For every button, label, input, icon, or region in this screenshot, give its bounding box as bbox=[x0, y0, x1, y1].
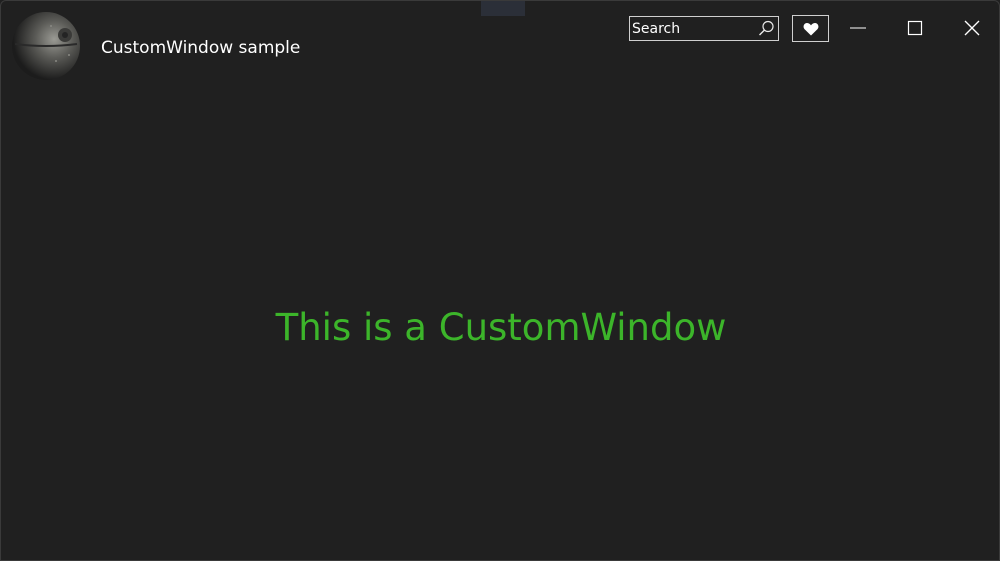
content-message: This is a CustomWindow bbox=[275, 306, 727, 349]
window-title: CustomWindow sample bbox=[101, 38, 301, 58]
search-box[interactable] bbox=[629, 16, 779, 41]
search-icon[interactable] bbox=[757, 19, 776, 38]
search-input[interactable] bbox=[632, 18, 756, 39]
minimize-button[interactable] bbox=[835, 11, 881, 45]
minimize-icon bbox=[850, 27, 866, 29]
window-content: This is a CustomWindow bbox=[1, 93, 999, 560]
maximize-button[interactable] bbox=[892, 11, 938, 45]
close-icon bbox=[964, 20, 980, 36]
death-star-icon bbox=[12, 12, 80, 80]
custom-window: CustomWindow sample Search This is a Cus… bbox=[0, 0, 1000, 561]
close-button[interactable] bbox=[949, 11, 995, 45]
maximize-icon bbox=[907, 20, 923, 36]
title-bar[interactable]: CustomWindow sample bbox=[1, 1, 999, 93]
heart-icon bbox=[803, 22, 819, 36]
favorite-button[interactable] bbox=[792, 15, 829, 42]
